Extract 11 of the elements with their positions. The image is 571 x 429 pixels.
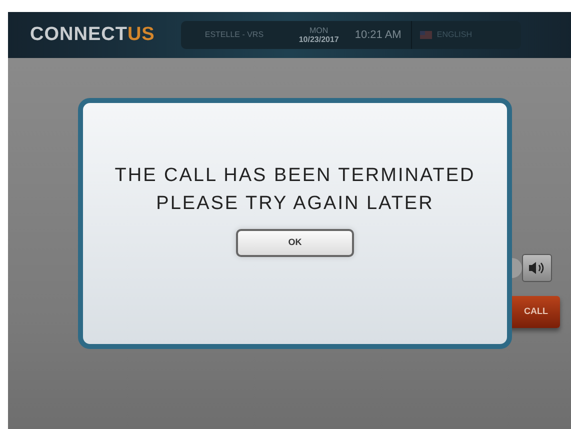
speaker-button[interactable] bbox=[522, 254, 552, 282]
time-label: 10:21 AM bbox=[354, 28, 402, 43]
flag-icon bbox=[420, 31, 432, 39]
logo: CONNECTUS bbox=[30, 22, 155, 47]
day-label: MON bbox=[310, 26, 328, 35]
date-label: 10/23/2017 bbox=[298, 35, 339, 44]
dialog-message: PLEASE TRY AGAIN LATER bbox=[156, 193, 434, 215]
user-name: ESTELLE - VRS bbox=[204, 29, 265, 41]
dialog-message: THE CALL HAS BEEN TERMINATED bbox=[114, 165, 476, 187]
ok-button[interactable]: OK bbox=[236, 229, 354, 257]
speaker-icon bbox=[528, 261, 546, 275]
